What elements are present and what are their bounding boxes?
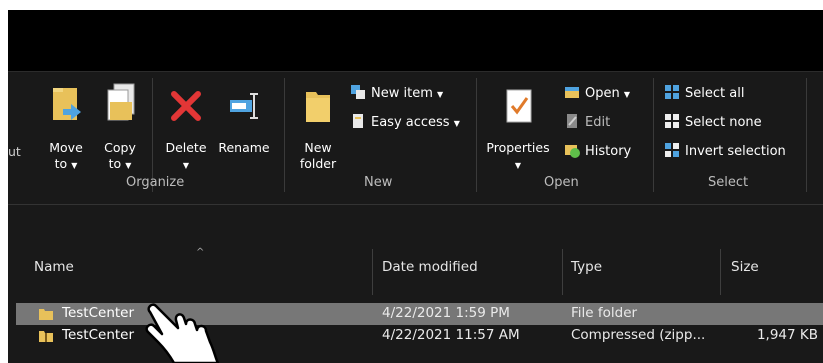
ribbon-separator: [284, 78, 285, 192]
select-group-label: Select: [708, 175, 749, 190]
column-header-size[interactable]: Size: [731, 259, 759, 275]
ribbon-separator: [476, 78, 477, 192]
file-type: Compressed (zipp...: [571, 327, 706, 343]
select-none-icon: [665, 114, 679, 128]
rename-button[interactable]: Rename: [216, 82, 272, 172]
invert-selection-icon: [665, 143, 679, 157]
move-to-button[interactable]: Move to ▼: [44, 82, 88, 172]
file-name: TestCenter: [62, 305, 135, 321]
ribbon-separator: [653, 78, 654, 192]
edit-icon: [567, 114, 577, 128]
new-folder-icon: [306, 92, 330, 122]
copy-to-icon: [107, 83, 135, 121]
easy-access-label: Easy access: [371, 115, 450, 130]
file-size: 1,947 KB: [756, 327, 818, 343]
column-divider[interactable]: [372, 249, 373, 295]
open-label: Open: [585, 86, 620, 101]
new-folder-button[interactable]: New folder: [292, 82, 344, 172]
select-all-button[interactable]: Select all: [664, 84, 744, 102]
address-bar-area: [8, 204, 823, 240]
file-date: 4/22/2021 1:59 PM: [382, 305, 510, 321]
delete-label: Delete: [165, 140, 207, 155]
chevron-down-icon: ▼: [125, 161, 132, 170]
properties-label: Properties: [486, 140, 550, 155]
edit-label: Edit: [585, 115, 611, 130]
history-icon: [565, 145, 580, 158]
table-row[interactable]: TestCenter 4/22/2021 11:57 AM Compressed…: [16, 325, 823, 347]
column-divider[interactable]: [720, 249, 721, 295]
invert-selection-label: Invert selection: [685, 144, 786, 159]
column-header-type[interactable]: Type: [571, 259, 602, 275]
properties-button[interactable]: Properties ▼: [482, 82, 554, 172]
new-item-label: New item: [371, 86, 433, 101]
file-list: ^ Name Date modified Type Size TestCente…: [8, 239, 823, 363]
hand-pointer-icon: [145, 303, 220, 363]
chevron-down-icon: ▼: [182, 161, 190, 170]
copy-to-button[interactable]: Copy to ▼: [98, 82, 142, 172]
open-button[interactable]: Open ▼: [564, 84, 630, 103]
new-item-icon: [351, 85, 365, 99]
properties-icon: [506, 89, 532, 123]
new-folder-label-2: folder: [299, 156, 337, 171]
ribbon-toolbar: ut Move to ▼ Copy to ▼ Delete ▼ Rename O…: [8, 71, 823, 205]
open-icon: [565, 87, 579, 98]
easy-access-button[interactable]: Easy access ▼: [350, 113, 460, 132]
open-group-label: Open: [544, 175, 579, 190]
organize-group-label: Organize: [126, 175, 185, 190]
file-explorer-window: ut Move to ▼ Copy to ▼ Delete ▼ Rename O…: [8, 10, 823, 363]
edit-button[interactable]: Edit: [564, 113, 610, 131]
easy-access-icon: [353, 114, 363, 128]
history-button[interactable]: History: [564, 142, 631, 160]
file-type: File folder: [571, 305, 638, 321]
chevron-down-icon: ▼: [437, 90, 444, 99]
title-bar: [8, 10, 823, 71]
delete-icon: [171, 91, 201, 121]
invert-selection-button[interactable]: Invert selection: [664, 142, 786, 160]
delete-button[interactable]: Delete ▼: [162, 82, 210, 172]
column-divider[interactable]: [562, 249, 563, 295]
sort-up-icon: ^: [196, 247, 205, 258]
select-none-label: Select none: [685, 115, 762, 130]
cut-button-partial[interactable]: ut: [8, 144, 21, 159]
select-all-icon: [665, 85, 679, 99]
move-to-label-2: to: [54, 156, 68, 171]
rename-icon: [230, 93, 258, 119]
rename-label: Rename: [218, 140, 270, 155]
history-label: History: [585, 144, 632, 159]
ribbon-separator: [806, 78, 807, 192]
file-name: TestCenter: [62, 327, 135, 343]
file-date: 4/22/2021 11:57 AM: [382, 327, 520, 343]
copy-to-label-2: to: [108, 156, 122, 171]
new-group-label: New: [364, 175, 393, 190]
move-to-label: Move: [49, 140, 83, 155]
chevron-down-icon: ▼: [453, 119, 460, 128]
table-row[interactable]: TestCenter 4/22/2021 1:59 PM File folder: [16, 303, 823, 325]
column-header-date-modified[interactable]: Date modified: [382, 259, 478, 275]
copy-to-label: Copy: [104, 140, 136, 155]
move-to-icon: [53, 88, 81, 120]
folder-icon: [39, 309, 53, 320]
chevron-down-icon: ▼: [623, 90, 631, 99]
chevron-down-icon: ▼: [71, 161, 78, 170]
new-item-button[interactable]: New item ▼: [350, 84, 443, 103]
select-none-button[interactable]: Select none: [664, 113, 762, 131]
select-all-label: Select all: [685, 86, 745, 101]
new-folder-label: New: [304, 140, 332, 155]
chevron-down-icon: ▼: [514, 161, 522, 170]
column-header-name[interactable]: Name: [34, 259, 74, 275]
zip-folder-icon: [39, 331, 53, 342]
